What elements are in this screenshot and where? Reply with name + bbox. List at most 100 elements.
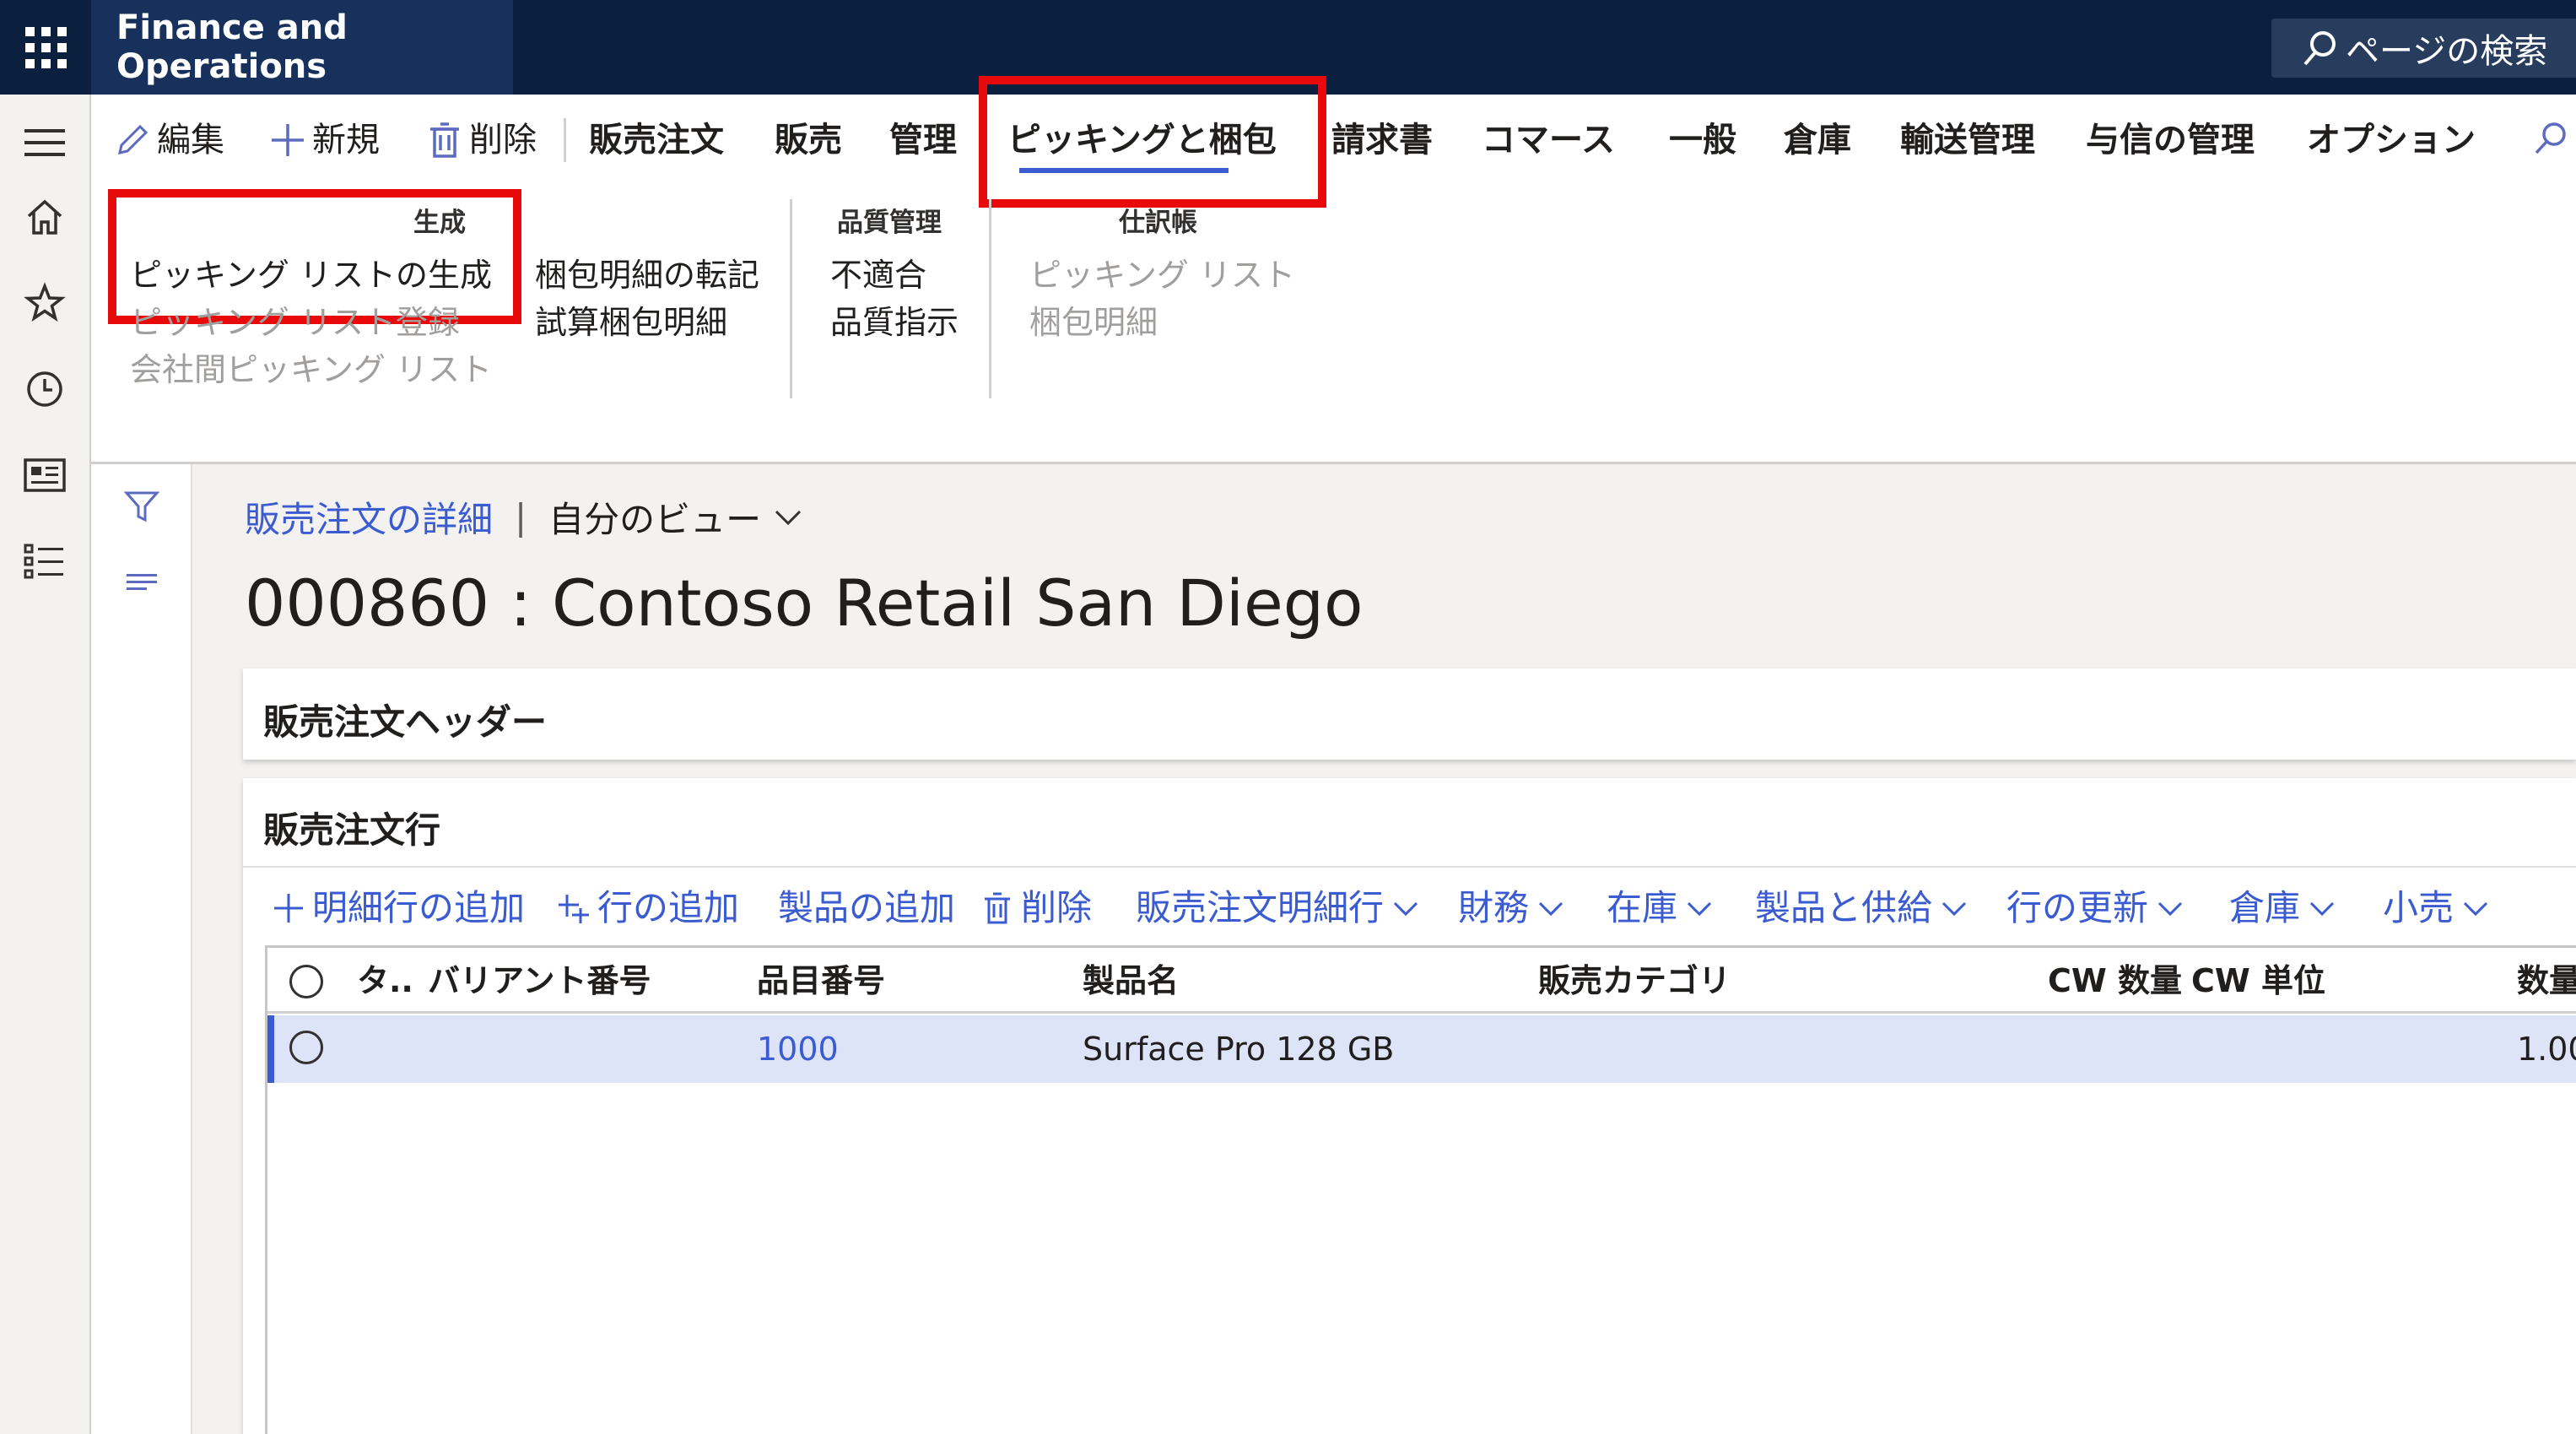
update-line-menu[interactable]: 行の更新 [2006, 885, 2185, 932]
delete-label: 削除 [469, 121, 537, 160]
sales-order-lines-grid: タ.. バリアント番号 品目番号 製品名 販売カテゴリ CW 数量 CW 単位 … [265, 945, 2576, 1434]
financials-menu[interactable]: 財務 [1458, 885, 1566, 932]
add-line-button[interactable]: 明細行の追加 [272, 885, 525, 932]
picking-list-registration-button[interactable]: ピッキング リスト登録 [130, 299, 460, 346]
sales-order-line-label: 販売注文明細行 [1136, 887, 1385, 928]
chevron-down-icon [1941, 901, 1967, 917]
tab-sales-order[interactable]: 販売注文 [589, 116, 724, 164]
breadcrumb: 販売注文の詳細 | 自分のビュー [245, 491, 805, 543]
column-header-item-number[interactable]: 品目番号 [757, 960, 885, 1002]
pencil-icon [118, 124, 149, 154]
column-header-quantity[interactable]: 数量 [2517, 960, 2576, 1002]
group-divider [790, 199, 792, 398]
financials-label: 財務 [1458, 887, 1530, 928]
edit-label: 編集 [157, 121, 224, 160]
product-and-supply-menu[interactable]: 製品と供給 [1755, 885, 1969, 932]
edit-button[interactable]: 編集 [113, 116, 224, 164]
delete-button[interactable]: 削除 [425, 116, 537, 164]
new-button[interactable]: 新規 [268, 116, 380, 164]
picking-list-journal-button[interactable]: ピッキング リスト [1029, 252, 1295, 299]
quantity-cell[interactable]: 1.00 [2517, 1025, 2576, 1073]
table-row[interactable]: 1000 Surface Pro 128 GB 1.00 [267, 1015, 2576, 1083]
related-info-icon[interactable] [123, 569, 160, 598]
fasttab-divider [243, 866, 2576, 868]
tab-transportation[interactable]: 輸送管理 [1900, 116, 2035, 164]
chevron-down-icon [2463, 901, 2488, 917]
select-all-checkbox[interactable] [289, 965, 323, 998]
column-header-cw-unit[interactable]: CW 単位 [2191, 960, 2325, 1002]
page-search-button[interactable]: ページの検索 [2271, 19, 2576, 78]
warehouse-menu[interactable]: 倉庫 [2229, 885, 2337, 932]
tab-manage[interactable]: 管理 [889, 116, 957, 164]
tab-general[interactable]: 一般 [1669, 116, 1736, 164]
breadcrumb-link[interactable]: 販売注文の詳細 [245, 491, 493, 543]
tab-sell[interactable]: 販売 [775, 116, 842, 164]
delete-line-button[interactable]: 削除 [980, 885, 1092, 932]
product-name-cell[interactable]: Surface Pro 128 GB [1083, 1025, 1394, 1073]
menu-icon[interactable] [0, 105, 89, 181]
tab-credit-management[interactable]: 与信の管理 [2086, 116, 2255, 164]
group-divider [989, 199, 991, 398]
add-lines-icon [559, 895, 589, 923]
star-icon[interactable] [0, 265, 89, 341]
column-header-type[interactable]: タ.. [357, 960, 413, 1002]
inventory-menu[interactable]: 在庫 [1607, 885, 1715, 932]
app-title[interactable]: Finance and Operations [91, 0, 513, 95]
page-title: 000860 : Contoso Retail San Diego [245, 565, 1364, 641]
chevron-down-icon [1393, 901, 1418, 917]
group-header-quality: 品質管理 [837, 208, 942, 238]
action-search-icon[interactable] [2528, 118, 2570, 164]
tab-warehouse[interactable]: 倉庫 [1784, 116, 1851, 164]
chevron-down-icon[interactable] [771, 505, 805, 530]
fasttab-title[interactable]: 販売注文ヘッダー [263, 694, 547, 745]
grid-header: タ.. バリアント番号 品目番号 製品名 販売カテゴリ CW 数量 CW 単位 … [267, 948, 2576, 1014]
retail-menu[interactable]: 小売 [2383, 885, 2491, 932]
update-line-label: 行の更新 [2006, 887, 2149, 928]
tab-options[interactable]: オプション [2307, 116, 2476, 164]
chevron-down-icon [2157, 901, 2183, 917]
generate-picking-list-button[interactable]: ピッキング リストの生成 [130, 252, 492, 299]
fasttab-title[interactable]: 販売注文行 [263, 802, 440, 853]
add-products-label: 製品の追加 [778, 887, 956, 928]
quality-order-button[interactable]: 品質指示 [830, 299, 959, 346]
add-products-button[interactable]: 製品の追加 [778, 885, 955, 932]
page-search-label: ページの検索 [2346, 32, 2548, 71]
row-select-checkbox[interactable] [289, 1031, 323, 1064]
tab-highlight-box [979, 76, 1326, 208]
sales-order-line-menu[interactable]: 販売注文明細行 [1136, 885, 1421, 932]
view-selector[interactable]: 自分のビュー [548, 491, 761, 543]
modules-icon[interactable] [0, 523, 89, 599]
toolbar-divider [564, 118, 566, 162]
clock-icon[interactable] [0, 351, 89, 427]
add-lines-label: 行の追加 [597, 887, 740, 928]
left-navigation [0, 95, 91, 1434]
inventory-label: 在庫 [1607, 887, 1678, 928]
group-header-generate: 生成 [413, 208, 466, 238]
product-and-supply-label: 製品と供給 [1755, 887, 1933, 928]
workspace-icon[interactable] [0, 437, 89, 513]
search-icon [2303, 31, 2336, 66]
plus-icon [274, 894, 303, 923]
chevron-down-icon [1687, 901, 1712, 917]
home-icon[interactable] [0, 179, 89, 255]
add-lines-button[interactable]: 行の追加 [557, 885, 739, 932]
column-header-cw-quantity[interactable]: CW 数量 [2048, 960, 2182, 1002]
plus-icon [272, 124, 304, 156]
packing-slip-journal-button[interactable]: 梱包明細 [1029, 299, 1158, 346]
column-header-product-name[interactable]: 製品名 [1083, 960, 1179, 1002]
filter-pane [91, 464, 192, 1434]
tab-invoice[interactable]: 請求書 [1331, 116, 1433, 164]
new-label: 新規 [312, 121, 380, 160]
non-conformance-button[interactable]: 不適合 [830, 252, 926, 299]
pro-forma-packing-slip-button[interactable]: 試算梱包明細 [535, 299, 727, 346]
tab-commerce[interactable]: コマース [1482, 116, 1615, 164]
filter-icon[interactable] [123, 488, 160, 528]
delete-line-label: 削除 [1021, 887, 1093, 928]
column-header-variant-number[interactable]: バリアント番号 [428, 960, 651, 1002]
app-launcher-icon[interactable] [0, 0, 91, 95]
item-number-cell[interactable]: 1000 [757, 1025, 839, 1073]
sales-order-header-fasttab[interactable]: 販売注文ヘッダー [243, 668, 2576, 760]
column-header-sales-category[interactable]: 販売カテゴリ [1538, 960, 1731, 1002]
intercompany-picking-list-button[interactable]: 会社間ピッキング リスト [130, 346, 492, 393]
post-packing-slip-button[interactable]: 梱包明細の転記 [535, 252, 759, 299]
